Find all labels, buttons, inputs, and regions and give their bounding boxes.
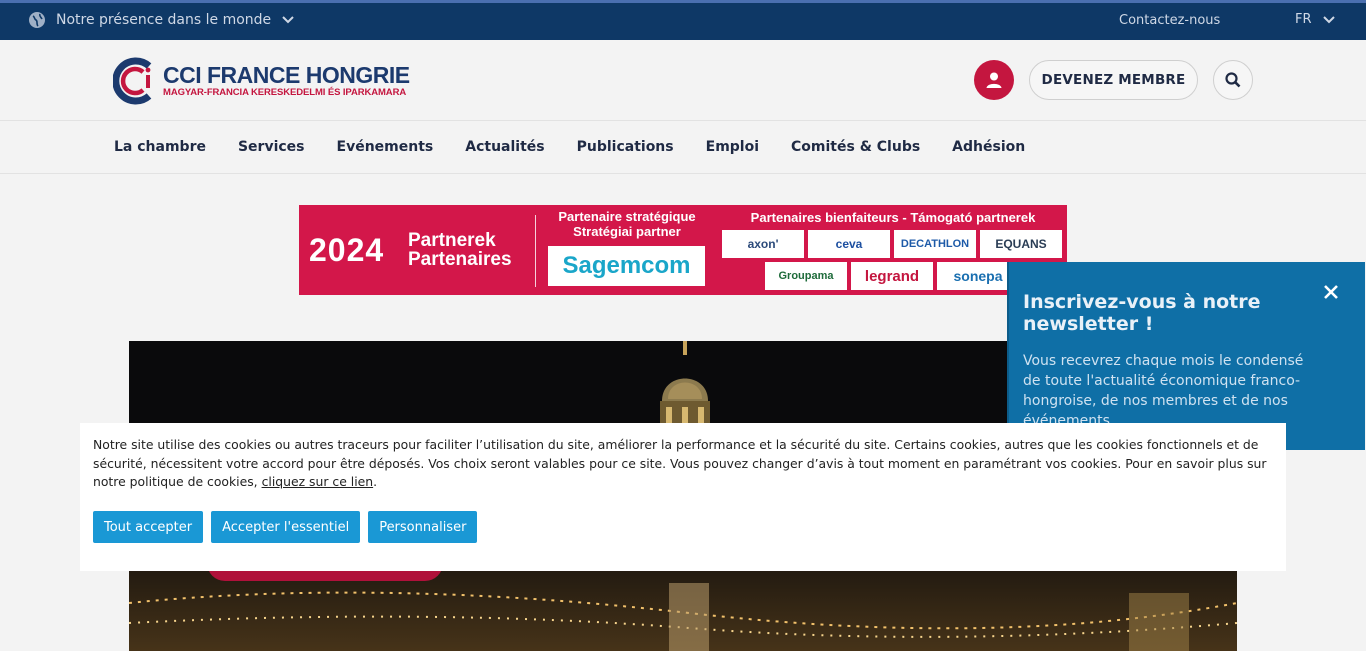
globe-icon (29, 12, 45, 28)
nav-item-services[interactable]: Services (238, 139, 305, 155)
newsletter-description: Vous recevrez chaque mois le condensé de… (1023, 353, 1304, 429)
main-navigation: La chambre Services Evénements Actualité… (0, 121, 1366, 174)
chain-bridge-lights (129, 583, 1237, 651)
nav-item-comites-clubs[interactable]: Comités & Clubs (791, 139, 920, 155)
partners-banner[interactable]: 2024 Partnerek Partenaires Partenaire st… (299, 205, 1067, 295)
top-bar: Notre présence dans le monde Contactez-n… (0, 0, 1366, 40)
chevron-down-icon (1322, 15, 1335, 23)
nav-item-evenements[interactable]: Evénements (337, 139, 434, 155)
newsletter-popup: Inscrivez-vous à notre newsletter ! Vous… (1007, 262, 1365, 450)
partner-logo-groupama: Groupama (765, 262, 847, 290)
partner-logo-decathlon: DECATHLON (894, 230, 976, 258)
close-icon[interactable] (1321, 282, 1341, 302)
nav-item-publications[interactable]: Publications (577, 139, 674, 155)
site-header: CCI FRANCE HONGRIE MAGYAR-FRANCIA KERESK… (0, 40, 1366, 121)
accept-all-button[interactable]: Tout accepter (93, 511, 204, 543)
strategic-partner-label-fr: Partenaire stratégique (558, 209, 696, 224)
banner-divider (535, 215, 536, 287)
user-icon (986, 72, 1002, 88)
benefactor-partners-title: Partenaires bienfaiteurs - Támogató part… (750, 210, 1036, 225)
newsletter-title: Inscrivez-vous à notre newsletter ! (1023, 291, 1261, 335)
become-member-button[interactable]: DEVENEZ MEMBRE (1029, 60, 1198, 100)
banner-partners-hu: Partnerek (408, 230, 496, 251)
nav-item-adhesion[interactable]: Adhésion (952, 139, 1025, 155)
contact-link[interactable]: Contactez-nous (1119, 13, 1220, 28)
world-presence-label: Notre présence dans le monde (56, 12, 272, 28)
partner-logo-legrand: legrand (851, 262, 933, 290)
cookie-consent-banner: Notre site utilise des cookies ou autres… (80, 423, 1286, 571)
site-logo[interactable]: CCI FRANCE HONGRIE MAGYAR-FRANCIA KERESK… (113, 56, 410, 106)
partner-logo-equans: EQUANS (980, 230, 1062, 258)
nav-item-emploi[interactable]: Emploi (706, 139, 759, 155)
nav-item-actualites[interactable]: Actualités (465, 139, 544, 155)
account-button[interactable] (974, 60, 1014, 100)
accept-essential-button[interactable]: Accepter l'essentiel (211, 511, 361, 543)
brand-name: CCI FRANCE HONGRIE (163, 62, 410, 88)
cci-logo-icon (113, 57, 152, 105)
language-label: FR (1295, 12, 1312, 27)
sagemcom-logo: Sagemcom (548, 246, 705, 286)
cookie-policy-link[interactable]: cliquez sur ce lien (262, 474, 374, 489)
partner-logo-ceva: ceva (808, 230, 890, 258)
banner-partners-fr: Partenaires (408, 249, 512, 270)
brand-tagline: MAGYAR-FRANCIA KERESKEDELMI ÉS IPARKAMAR… (163, 87, 407, 98)
chevron-down-icon (282, 16, 294, 24)
language-selector[interactable]: FR (1295, 12, 1336, 27)
nav-item-la-chambre[interactable]: La chambre (114, 139, 206, 155)
strategic-partner-label-hu: Stratégiai partner (573, 224, 681, 239)
partner-logo-axon: axon' (722, 230, 804, 258)
customize-cookies-button[interactable]: Personnaliser (368, 511, 478, 543)
search-button[interactable] (1213, 60, 1253, 100)
banner-year: 2024 (309, 232, 385, 268)
cookie-consent-text: Notre site utilise des cookies ou autres… (93, 437, 1267, 489)
search-icon (1225, 72, 1241, 88)
world-presence-menu[interactable]: Notre présence dans le monde (28, 11, 295, 29)
